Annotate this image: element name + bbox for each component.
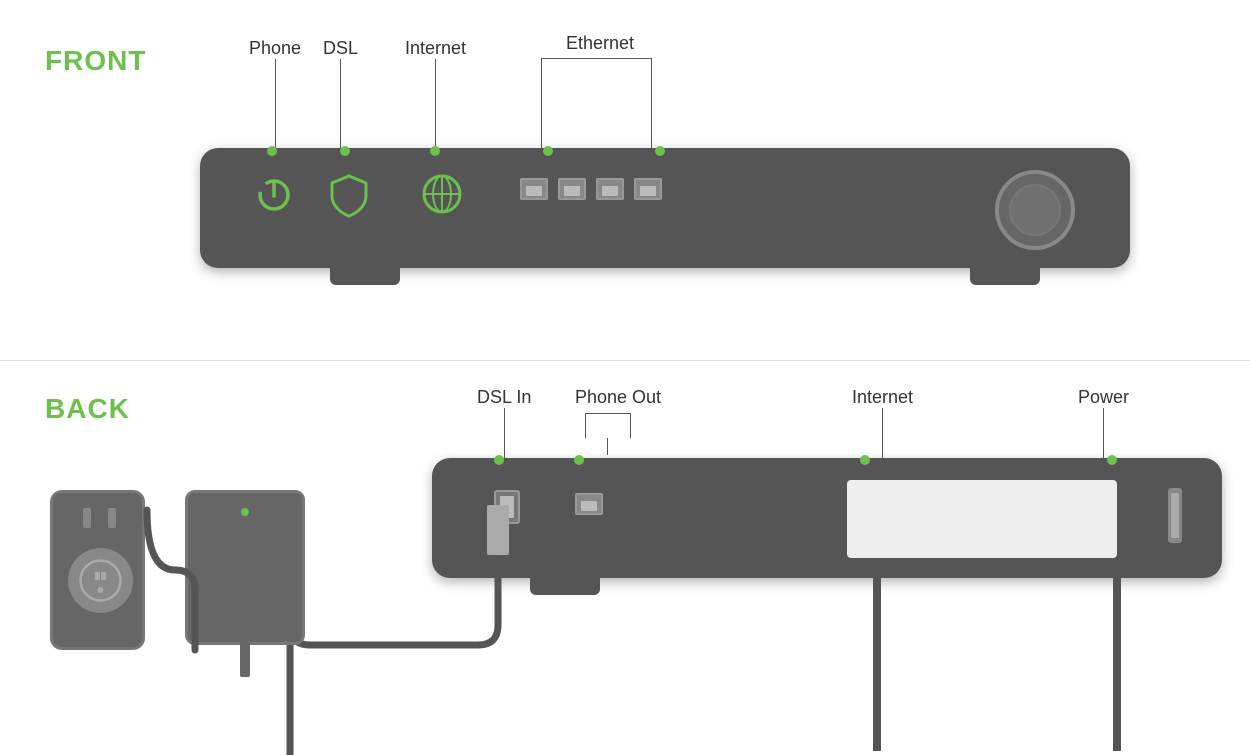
eth-port-2 (558, 178, 586, 200)
eth-bracket-right (651, 58, 652, 103)
power-port-back (1168, 488, 1182, 543)
brick-led (241, 508, 249, 516)
eth-port-4 (634, 178, 662, 200)
router-front-body (200, 148, 1130, 268)
phone-led (267, 146, 277, 156)
dsl-led (340, 146, 350, 156)
internet-panel (847, 480, 1117, 558)
shield-icon (330, 174, 368, 216)
section-divider (0, 360, 1250, 361)
power-back-led (1107, 455, 1117, 465)
phone-out-line-left (585, 413, 586, 438)
eth-port-3 (596, 178, 624, 200)
phone-out-line-top (585, 413, 631, 414)
internet-cable-vertical (873, 578, 881, 751)
eth-bracket-left (541, 58, 542, 103)
dsl-in-led (494, 455, 504, 465)
eth-bracket-top (541, 58, 652, 59)
wps-button[interactable] (995, 170, 1075, 250)
power-cable-vertical (1113, 578, 1121, 751)
wps-button-inner (1009, 184, 1061, 236)
power-icon (255, 176, 293, 214)
brick-cable-connector (240, 642, 250, 677)
internet-front-led (430, 146, 440, 156)
eth-led-1 (543, 146, 553, 156)
router-front-foot-left (330, 255, 400, 285)
eth-port-1 (520, 178, 548, 200)
outlet-cable-svg (140, 490, 210, 660)
phone-out-annotation: Phone Out (575, 387, 661, 408)
phone-out-drop (607, 438, 608, 455)
prong-left (83, 508, 91, 528)
globe-icon (420, 172, 464, 216)
back-section-label: BACK (45, 393, 130, 425)
prong-right (108, 508, 116, 528)
outlet-face (68, 548, 133, 613)
router-front-foot-right (970, 255, 1040, 285)
phone-out-line-right (630, 413, 631, 438)
eth-led-2 (655, 146, 665, 156)
wall-outlet-box (50, 490, 145, 650)
front-section-label: FRONT (45, 45, 146, 77)
internet-back-led (860, 455, 870, 465)
phone-out-port (575, 493, 603, 515)
phone-out-led (574, 455, 584, 465)
dsl-plug (487, 505, 509, 555)
ethernet-ports-front (520, 178, 662, 200)
